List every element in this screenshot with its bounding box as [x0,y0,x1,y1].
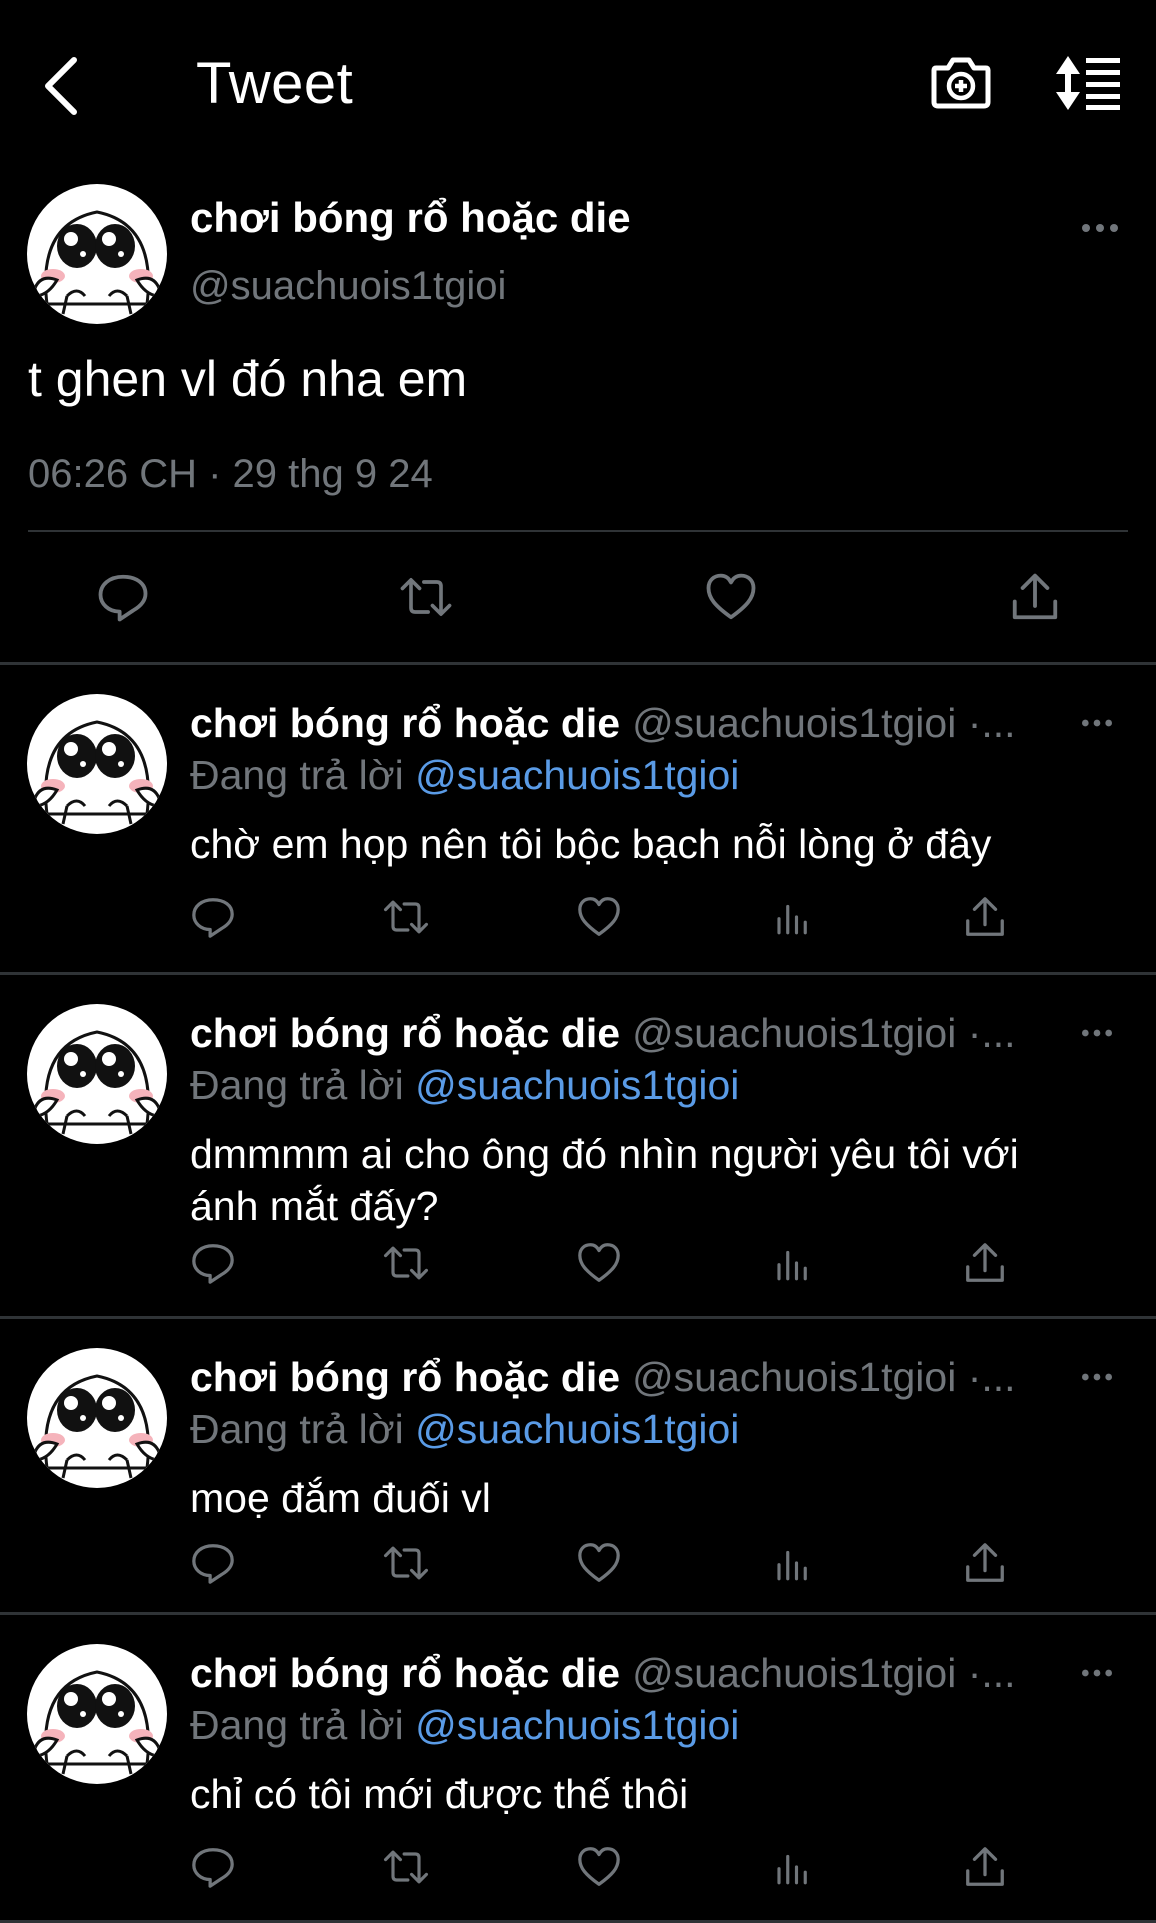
mention-link[interactable]: @suachuois1tgioi [415,1406,739,1452]
more-options-icon[interactable] [1080,1668,1114,1678]
replying-label: Đang trả lời [190,1702,404,1748]
reply-tweet[interactable]: chơi bóng rổ hoặc die @suachuois1tgioi ·.… [0,1612,1156,1923]
share-icon[interactable] [962,1540,1008,1586]
reply-actions [0,894,1156,954]
author-name[interactable]: chơi bóng rổ hoặc die [190,1010,620,1056]
author-handle[interactable]: @suachuois1tgioi ·... [632,1354,1015,1400]
author-handle[interactable]: @suachuois1tgioi ·... [632,1010,1015,1056]
retweet-icon[interactable] [380,1540,432,1586]
share-icon[interactable] [1008,570,1062,624]
reply-icon[interactable] [190,1540,236,1586]
page-title: Tweet [196,51,354,116]
tweet-actions [0,570,1156,640]
reply-tweet[interactable]: chơi bóng rổ hoặc die @suachuois1tgioi ·.… [0,1316,1156,1615]
like-icon[interactable] [576,1540,622,1586]
stats-icon[interactable] [772,1844,814,1890]
reply-icon[interactable] [190,894,236,940]
retweet-icon[interactable] [380,1240,432,1286]
avatar[interactable] [27,1348,167,1488]
share-icon[interactable] [962,894,1008,940]
retweet-icon[interactable] [380,894,432,940]
stats-icon[interactable] [772,894,814,940]
tweet-text: t ghen vl đó nha em [28,351,468,407]
reply-header: chơi bóng rổ hoặc die @suachuois1tgioi ·.… [190,1010,1070,1057]
tweet-timestamp: 06:26 CH · 29 thg 9 24 [28,452,433,496]
reply-header: chơi bóng rổ hoặc die @suachuois1tgioi ·.… [190,1354,1070,1401]
avatar[interactable] [27,694,167,834]
reply-icon[interactable] [96,570,150,624]
reply-actions [0,1240,1156,1300]
avatar[interactable] [27,1004,167,1144]
retweet-icon[interactable] [380,1844,432,1890]
stats-icon[interactable] [772,1540,814,1586]
author-name[interactable]: chơi bóng rổ hoặc die [190,1354,620,1400]
author-name[interactable]: chơi bóng rổ hoặc die [190,1650,620,1696]
reply-header: chơi bóng rổ hoặc die @suachuois1tgioi ·.… [190,700,1070,747]
author-handle[interactable]: @suachuois1tgioi ·... [632,1650,1015,1696]
more-options-icon[interactable] [1080,1028,1114,1038]
author-handle[interactable]: @suachuois1tgioi ·... [632,700,1015,746]
avatar[interactable] [27,1644,167,1784]
replying-to: Đang trả lời @suachuois1tgioi [190,1702,739,1749]
mention-link[interactable]: @suachuois1tgioi [415,752,739,798]
reply-icon[interactable] [190,1844,236,1890]
replying-to: Đang trả lời @suachuois1tgioi [190,1406,739,1453]
reply-actions [0,1844,1156,1904]
like-icon[interactable] [576,1240,622,1286]
like-icon[interactable] [576,894,622,940]
stats-icon[interactable] [772,1240,814,1286]
reply-icon[interactable] [190,1240,236,1286]
divider [28,530,1128,532]
author-name[interactable]: chơi bóng rổ hoặc die [190,700,620,746]
replying-label: Đang trả lời [190,752,404,798]
reply-text: chờ em họp nên tôi bộc bạch nỗi lòng ở đ… [190,821,992,867]
like-icon[interactable] [576,1844,622,1890]
more-options-icon[interactable] [1080,1372,1114,1382]
reply-tweet[interactable]: chơi bóng rổ hoặc die @suachuois1tgioi ·.… [0,972,1156,1319]
back-chevron-icon[interactable] [36,52,88,120]
reply-actions [0,1540,1156,1600]
retweet-icon[interactable] [396,570,456,624]
author-handle[interactable]: @suachuois1tgioi [190,264,506,309]
author-name[interactable]: chơi bóng rổ hoặc die [190,194,631,242]
share-icon[interactable] [962,1240,1008,1286]
reply-text: moẹ đắm đuối vl [190,1475,491,1521]
share-icon[interactable] [962,1844,1008,1890]
reply-tweet[interactable]: chơi bóng rổ hoặc die @suachuois1tgioi ·.… [0,662,1156,975]
replying-to: Đang trả lời @suachuois1tgioi [190,752,739,799]
reply-header: chơi bóng rổ hoặc die @suachuois1tgioi ·.… [190,1650,1070,1697]
mention-link[interactable]: @suachuois1tgioi [415,1702,739,1748]
main-tweet: chơi bóng rổ hoặc die @suachuois1tgioi t… [0,170,1156,665]
avatar[interactable] [27,184,167,324]
more-options-icon[interactable] [1080,222,1120,234]
like-icon[interactable] [704,570,758,624]
replying-label: Đang trả lời [190,1406,404,1452]
more-options-icon[interactable] [1080,718,1114,728]
mention-link[interactable]: @suachuois1tgioi [415,1062,739,1108]
camera-plus-icon[interactable] [930,52,992,112]
reply-text: dmmmm ai cho ông đó nhìn người yêu tôi v… [190,1131,1019,1229]
top-bar: Tweet [0,0,1156,170]
replying-label: Đang trả lời [190,1062,404,1108]
reply-text: chỉ có tôi mới được thế thôi [190,1771,689,1817]
replying-to: Đang trả lời @suachuois1tgioi [190,1062,739,1109]
sort-list-icon[interactable] [1054,54,1124,112]
